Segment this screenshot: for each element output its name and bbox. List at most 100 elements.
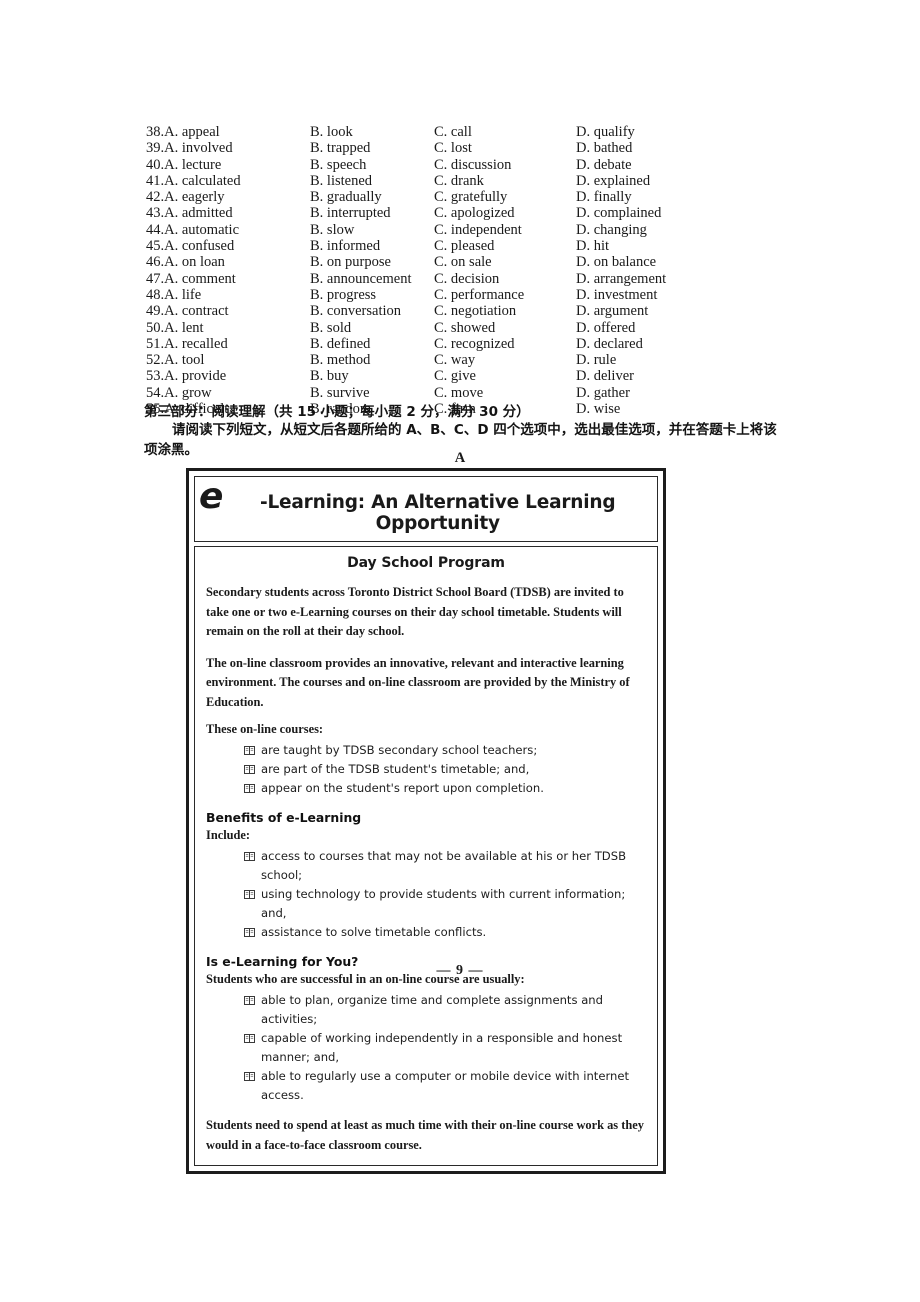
cloze-option-d[interactable]: D. finally [576,189,726,205]
cloze-option-c[interactable]: C. on sale [434,254,576,270]
cloze-option-a[interactable]: 38. A. appeal [146,124,310,140]
cloze-option-a[interactable]: 42. A. eagerly [146,189,310,205]
cloze-option-b[interactable]: B. gradually [310,189,434,205]
cloze-option-a[interactable]: 48. A. life [146,287,310,303]
list-item-label: are part of the TDSB student's timetable… [261,762,530,776]
cloze-option-d[interactable]: D. offered [576,320,726,336]
courses-lead-in: These on-line courses: [206,722,324,736]
cloze-option-b[interactable]: B. on purpose [310,254,434,270]
cloze-option-d[interactable]: D. explained [576,173,726,189]
cloze-option-a[interactable]: 39. A. involved [146,140,310,156]
paragraph-intro: Secondary students across Toronto Distri… [206,585,624,638]
cloze-option-b[interactable]: B. speech [310,157,434,173]
cloze-option-row: 38. A. appeal B. look C. call D. qualify [146,124,806,140]
cloze-option-d[interactable]: D. debate [576,157,726,173]
cloze-option-c[interactable]: C. pleased [434,238,576,254]
cloze-option-c[interactable]: C. performance [434,287,576,303]
cloze-option-d[interactable]: D. qualify [576,124,726,140]
cloze-option-c[interactable]: C. give [434,368,576,384]
question-number: 38. [146,124,165,140]
cloze-option-a[interactable]: 53. A. provide [146,368,310,384]
cloze-option-d[interactable]: D. investment [576,287,726,303]
cloze-option-c[interactable]: C. gratefully [434,189,576,205]
cloze-option-d[interactable]: D. rule [576,352,726,368]
question-number: 45. [146,238,165,255]
cloze-option-b[interactable]: B. look [310,124,434,140]
cloze-option-c[interactable]: C. negotiation [434,303,576,319]
passage-box: e -Learning: An Alternative Learning Opp… [186,468,666,1174]
cloze-option-d[interactable]: D. complained [576,205,726,221]
cloze-option-row: 52. A. tool B. method C. way D. rule [146,352,806,368]
cloze-option-a[interactable]: 40. A. lecture [146,157,310,173]
cloze-option-b[interactable]: B. announcement [310,271,434,287]
cloze-option-row: 48. A. life B. progress C. performance D. i… [146,287,806,303]
cloze-option-c[interactable]: C. move [434,385,576,401]
cloze-option-a[interactable]: 49. A. contract [146,303,310,319]
open-book-icon [244,847,261,861]
cloze-option-row: 47. A. comment B. announcement C. decision… [146,271,806,287]
cloze-option-c[interactable]: C. discussion [434,157,576,173]
cloze-option-b[interactable]: B. slow [310,222,434,238]
open-book-icon [244,1029,261,1043]
cloze-option-row: 43. A. admitted B. interrupted C. apologiz… [146,205,806,221]
list-item-label: able to regularly use a computer or mobi… [261,1069,630,1102]
cloze-option-b[interactable]: B. conversation [310,303,434,319]
cloze-option-d[interactable]: D. arrangement [576,271,726,287]
cloze-option-b[interactable]: B. survive [310,385,434,401]
cloze-option-label: A. involved [164,140,233,157]
cloze-option-d[interactable]: D. hit [576,238,726,254]
cloze-option-a[interactable]: 41. A. calculated [146,173,310,189]
paragraph-classroom: The on-line classroom provides an innova… [206,655,630,709]
cloze-option-d[interactable]: D. gather [576,385,726,401]
cloze-option-b[interactable]: B. method [310,352,434,368]
cloze-option-d[interactable]: D. declared [576,336,726,352]
cloze-option-b[interactable]: B. progress [310,287,434,303]
cloze-option-a[interactable]: 52. A. tool [146,352,310,368]
cloze-option-a[interactable]: 51. A. recalled [146,336,310,352]
cloze-option-d[interactable]: D. changing [576,222,726,238]
question-number: 40. [146,156,165,173]
cloze-option-a[interactable]: 47. A. comment [146,271,310,287]
question-number: 39. [146,140,165,157]
cloze-option-c[interactable]: C. way [434,352,576,368]
cloze-option-a[interactable]: 54. A. grow [146,385,310,401]
cloze-option-a[interactable]: 44. A. automatic [146,222,310,238]
cloze-option-c[interactable]: C. showed [434,320,576,336]
title-e-glyph: e [199,476,223,517]
cloze-option-d[interactable]: D. bathed [576,140,726,156]
cloze-option-a[interactable]: 45. A. confused [146,238,310,254]
list-item-label: are taught by TDSB secondary school teac… [261,743,538,757]
cloze-option-c[interactable]: C. call [434,124,576,140]
cloze-option-label: A. eagerly [164,189,225,206]
cloze-option-a[interactable]: 50. A. lent [146,320,310,336]
cloze-option-row: 41. A. calculated B. listened C. drank D. e… [146,173,806,189]
cloze-option-b[interactable]: B. sold [310,320,434,336]
cloze-option-c[interactable]: C. apologized [434,205,576,221]
cloze-option-c[interactable]: C. recognized [434,336,576,352]
question-number: 42. [146,189,165,206]
list-item: capable of working independently in a re… [244,1029,646,1067]
cloze-option-d[interactable]: D. argument [576,303,726,319]
cloze-option-label: A. life [164,286,202,303]
cloze-option-row: 54. A. grow B. survive C. move D. gather [146,385,806,401]
cloze-option-d[interactable]: D. on balance [576,254,726,270]
question-number: 43. [146,205,165,222]
question-number: 51. [146,335,165,352]
cloze-option-c[interactable]: C. drank [434,173,576,189]
cloze-option-d[interactable]: D. deliver [576,368,726,384]
cloze-option-c[interactable]: C. independent [434,222,576,238]
cloze-option-c[interactable]: C. decision [434,271,576,287]
cloze-option-a[interactable]: 46. A. on loan [146,254,310,270]
cloze-option-b[interactable]: B. listened [310,173,434,189]
cloze-option-b[interactable]: B. buy [310,368,434,384]
open-book-icon [244,741,261,755]
cloze-option-label: A. automatic [164,221,240,238]
cloze-option-b[interactable]: B. trapped [310,140,434,156]
cloze-option-c[interactable]: C. lost [434,140,576,156]
cloze-option-b[interactable]: B. interrupted [310,205,434,221]
cloze-option-b[interactable]: B. informed [310,238,434,254]
cloze-option-b[interactable]: B. defined [310,336,434,352]
cloze-option-label: A. admitted [164,205,233,222]
cloze-option-a[interactable]: 43. A. admitted [146,205,310,221]
open-book-icon [244,991,261,1005]
